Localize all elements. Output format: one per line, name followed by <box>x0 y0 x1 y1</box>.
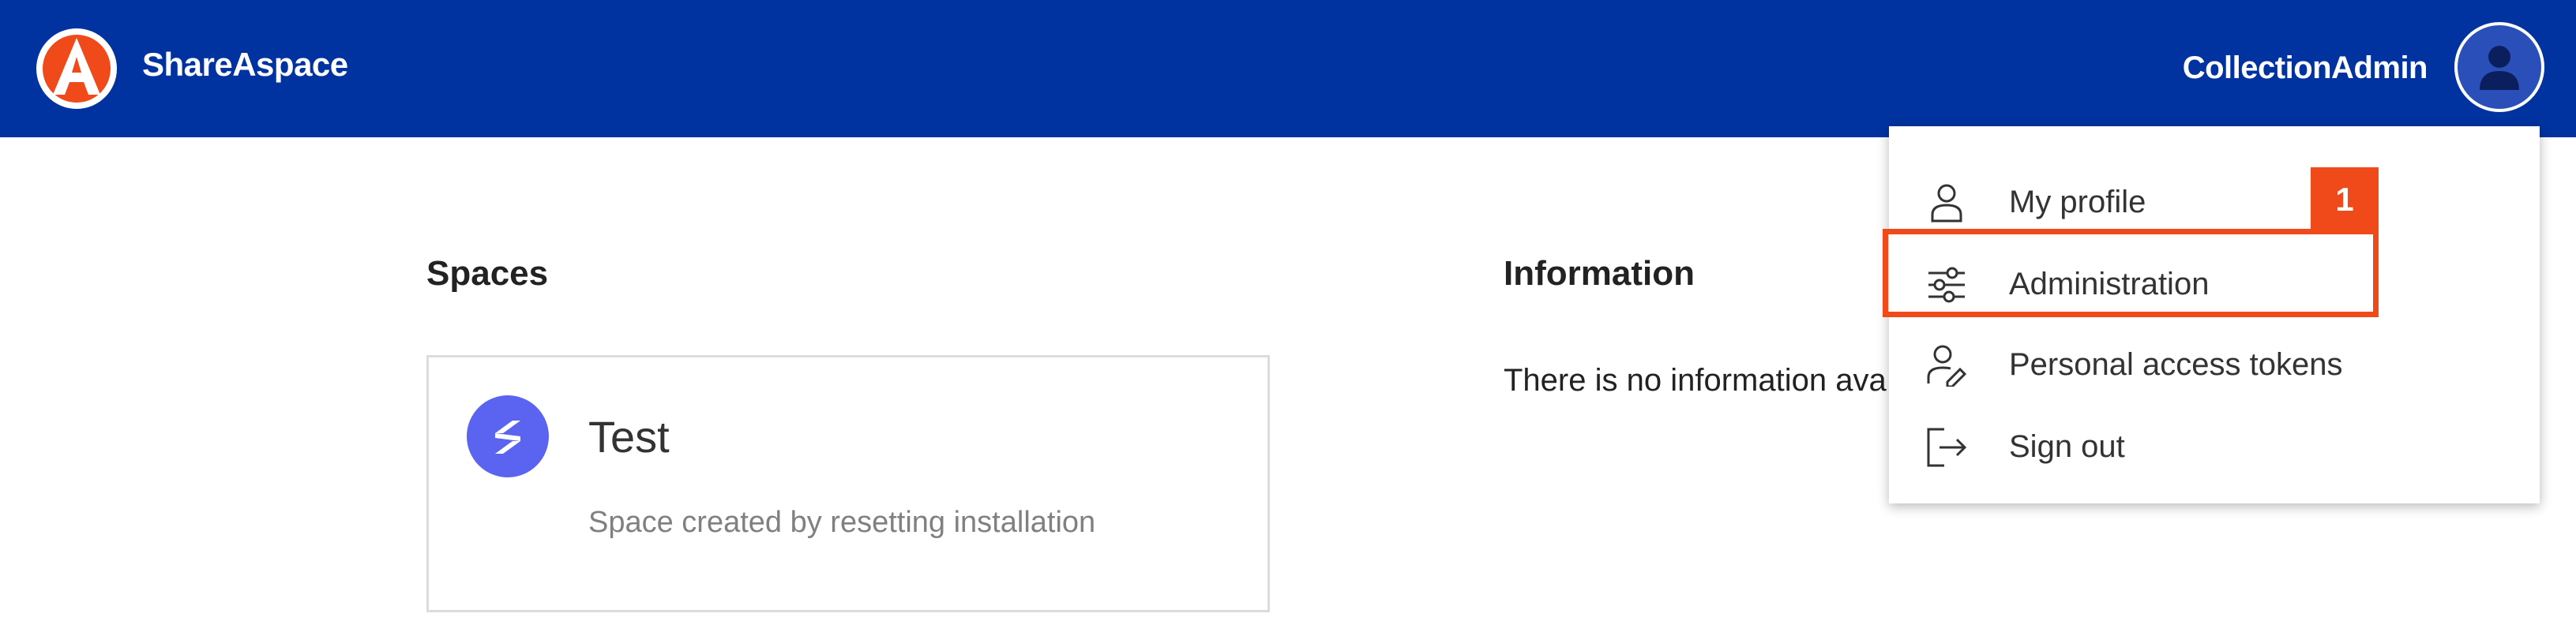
annotation-step-badge: 1 <box>2311 167 2379 232</box>
brand-name[interactable]: ShareAspace <box>142 46 348 84</box>
menu-item-label: Sign out <box>2009 429 2125 464</box>
user-avatar-button[interactable] <box>2454 22 2544 112</box>
menu-item-label: My profile <box>2009 185 2146 219</box>
person-icon <box>1931 184 1962 223</box>
shareaspace-logo-icon[interactable] <box>35 27 118 110</box>
menu-item-label: Personal access tokens <box>2009 347 2343 382</box>
sign-out-icon <box>1927 428 1967 467</box>
space-name: Test <box>588 412 670 462</box>
information-heading: Information <box>1504 254 1695 293</box>
person-key-icon <box>1927 345 1967 387</box>
menu-item-sign-out[interactable]: Sign out <box>1889 407 2540 486</box>
information-text: There is no information ava <box>1504 363 1887 398</box>
username-label[interactable]: CollectionAdmin <box>2183 51 2428 86</box>
space-card-test[interactable]: Test Space created by resetting installa… <box>426 355 1270 612</box>
user-avatar-icon <box>2480 46 2519 90</box>
annotation-highlight-box <box>1883 229 2379 317</box>
top-navigation-bar: ShareAspace CollectionAdmin <box>0 0 2576 137</box>
menu-item-personal-access-tokens[interactable]: Personal access tokens <box>1889 325 2540 404</box>
spaces-heading: Spaces <box>426 254 549 293</box>
space-icon <box>467 395 549 477</box>
space-description: Space created by resetting installation <box>588 506 1096 539</box>
